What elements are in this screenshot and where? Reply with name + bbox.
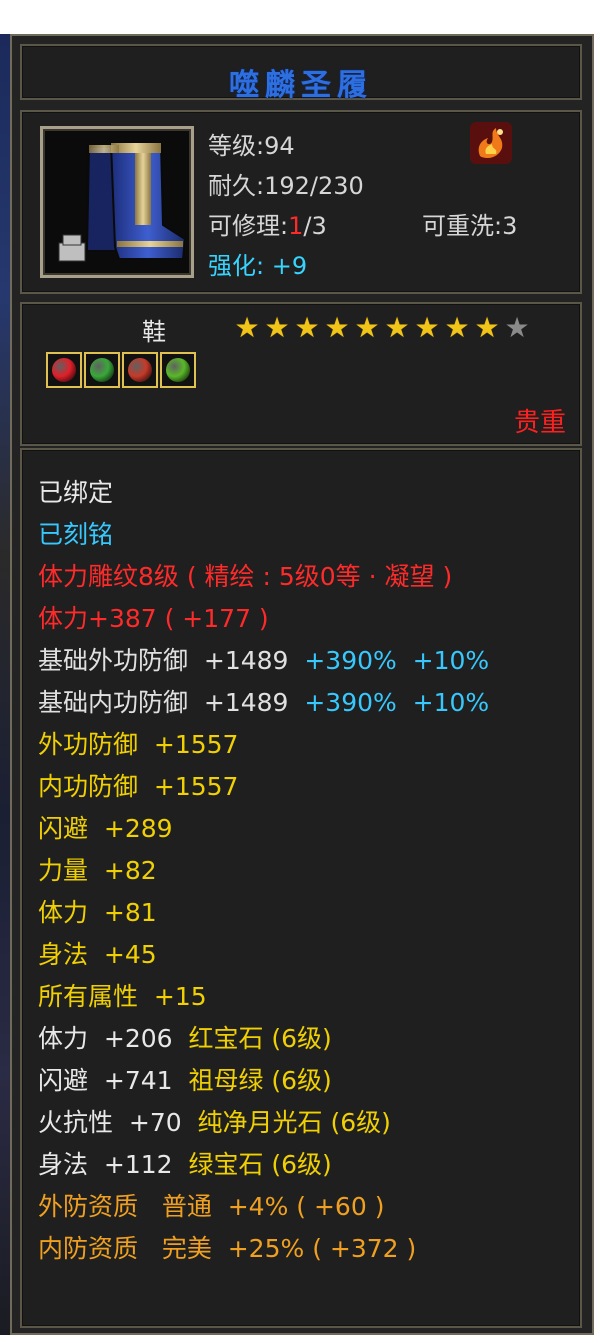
enhance-value: +9 <box>271 252 308 280</box>
stat-text: 外功防御 +1557 <box>38 730 239 759</box>
bottom-margin <box>0 1335 600 1343</box>
durability-label: 耐久 <box>208 172 256 200</box>
durability-row: 耐久:192/230 <box>208 166 364 201</box>
stat-text: 内防资质 完美 +25% ( +372 ) <box>38 1234 417 1263</box>
star-filled-icon: ★ <box>324 311 350 344</box>
red-flame-gem-icon[interactable] <box>122 352 158 388</box>
quality-section: 鞋 ★ ★ ★ ★ ★ ★ ★ ★ ★ ★ 贵重 <box>20 302 582 446</box>
stat-list: 已绑定已刻铭体力雕纹8级 ( 精绘 : 5级0等 · 凝望 ) 体力+387 ( … <box>38 472 489 1270</box>
stat-line: 体力雕纹8级 ( 精绘 : 5级0等 · 凝望 ) <box>38 556 489 598</box>
stat-text: 所有属性 +15 <box>38 982 207 1011</box>
gem-shape <box>52 358 76 382</box>
gem-shape <box>90 358 114 382</box>
stat-line: 基础外功防御 +1489 +390% +10% <box>38 640 489 682</box>
star-filled-icon: ★ <box>384 311 410 344</box>
repair-row: 可修理:1/3 <box>208 206 327 241</box>
gem-shape <box>166 358 190 382</box>
star-filled-icon: ★ <box>294 311 320 344</box>
stat-line: 力量 +82 <box>38 850 489 892</box>
stat-text: 闪避 +741 <box>38 1066 189 1095</box>
stat-text: 身法 +112 <box>38 1150 189 1179</box>
star-filled-icon: ★ <box>234 311 260 344</box>
item-icon-frame <box>40 126 194 278</box>
stat-line: 火抗性 +70 纯净月光石 (6级) <box>38 1102 489 1144</box>
repair-current: 1 <box>288 212 304 240</box>
level-row: 等级:94 <box>208 126 295 161</box>
stat-text: 闪避 +289 <box>38 814 173 843</box>
repair-label: 可修理: <box>208 212 289 240</box>
stat-line: 基础内功防御 +1489 +390% +10% <box>38 682 489 724</box>
repair-max: /3 <box>303 212 327 240</box>
star-filled-icon: ★ <box>444 311 470 344</box>
stat-text: 红宝石 (6级) <box>188 1024 332 1053</box>
stats-section: 已绑定已刻铭体力雕纹8级 ( 精绘 : 5级0等 · 凝望 ) 体力+387 ( … <box>20 448 582 1328</box>
stat-line: 体力 +81 <box>38 892 489 934</box>
stat-text: 外防资质 普通 +4% ( +60 ) <box>38 1192 385 1221</box>
reforge-row: 可重洗:3 <box>422 206 517 241</box>
stat-line: 内功防御 +1557 <box>38 766 489 808</box>
enhance-row: 强化: +9 <box>208 246 307 281</box>
level-label: 等级 <box>208 132 256 160</box>
stat-line: 已刻铭 <box>38 514 489 556</box>
slot-type: 鞋 <box>142 318 166 346</box>
boots-icon <box>49 135 185 269</box>
stat-text: 火抗性 +70 <box>38 1108 198 1137</box>
top-margin <box>0 0 600 34</box>
fire-element-icon <box>470 122 512 164</box>
stat-line: 体力+387 ( +177 ) <box>38 598 489 640</box>
stat-text: 体力雕纹8级 ( 精绘 : 5级0等 · 凝望 ) <box>38 562 453 591</box>
green-leaf-gem-icon[interactable] <box>84 352 120 388</box>
stat-line: 外防资质 普通 +4% ( +60 ) <box>38 1186 489 1228</box>
stat-text: 绿宝石 (6级) <box>188 1150 332 1179</box>
reforge-value: 3 <box>502 212 518 240</box>
stat-text: 力量 +82 <box>38 856 157 885</box>
stat-line: 内防资质 完美 +25% ( +372 ) <box>38 1228 489 1270</box>
stat-line: 身法 +112 绿宝石 (6级) <box>38 1144 489 1186</box>
stat-text: +390% +10% <box>304 646 490 675</box>
level-value: :94 <box>256 132 295 160</box>
durability-value: :192/230 <box>256 172 364 200</box>
stat-line: 闪避 +289 <box>38 808 489 850</box>
stat-text: 基础内功防御 +1489 <box>38 688 305 717</box>
stat-text: 已刻铭 <box>38 520 114 549</box>
red-gem-icon[interactable] <box>46 352 82 388</box>
star-filled-icon: ★ <box>264 311 290 344</box>
star-filled-icon: ★ <box>474 311 500 344</box>
stat-text: 身法 +45 <box>38 940 157 969</box>
stat-text: 体力+387 ( +177 ) <box>38 604 269 633</box>
stat-text: 纯净月光石 (6级) <box>197 1108 391 1137</box>
right-margin <box>594 34 600 1335</box>
title-bar: 噬麟圣履 <box>20 44 582 103</box>
star-rating: ★ ★ ★ ★ ★ ★ ★ ★ ★ ★ <box>232 314 532 342</box>
stat-line: 体力 +206 红宝石 (6级) <box>38 1018 489 1060</box>
star-empty-icon: ★ <box>504 311 530 344</box>
stat-text: 内功防御 +1557 <box>38 772 239 801</box>
stat-line: 闪避 +741 祖母绿 (6级) <box>38 1060 489 1102</box>
item-name: 噬麟圣履 <box>229 68 373 103</box>
star-filled-icon: ★ <box>414 311 440 344</box>
reforge-label: 可重洗: <box>422 212 503 240</box>
star-filled-icon: ★ <box>354 311 380 344</box>
stat-line: 所有属性 +15 <box>38 976 489 1018</box>
stat-text: 已绑定 <box>38 478 114 507</box>
item-header: 等级:94 耐久:192/230 可修理:1/3 可重洗:3 强化: +9 <box>20 110 582 294</box>
stat-text: 祖母绿 (6级) <box>188 1066 332 1095</box>
item-tooltip: 噬麟圣履 等级:94 耐久:192/230 可修理:1/3 可重洗:3 强化: … <box>10 34 594 1335</box>
green-gem-icon[interactable] <box>160 352 196 388</box>
enhance-label: 强化: <box>208 252 265 280</box>
stat-text: +390% +10% <box>304 688 490 717</box>
stat-text: 基础外功防御 +1489 <box>38 646 305 675</box>
stat-line: 身法 +45 <box>38 934 489 976</box>
socket-gems <box>46 352 196 388</box>
stat-text: 体力 +81 <box>38 898 157 927</box>
stat-line: 已绑定 <box>38 472 489 514</box>
gem-shape <box>128 358 152 382</box>
rarity-label: 贵重 <box>513 408 566 438</box>
game-background-strip <box>0 34 10 1335</box>
stat-line: 外功防御 +1557 <box>38 724 489 766</box>
stat-text: 体力 +206 <box>38 1024 189 1053</box>
